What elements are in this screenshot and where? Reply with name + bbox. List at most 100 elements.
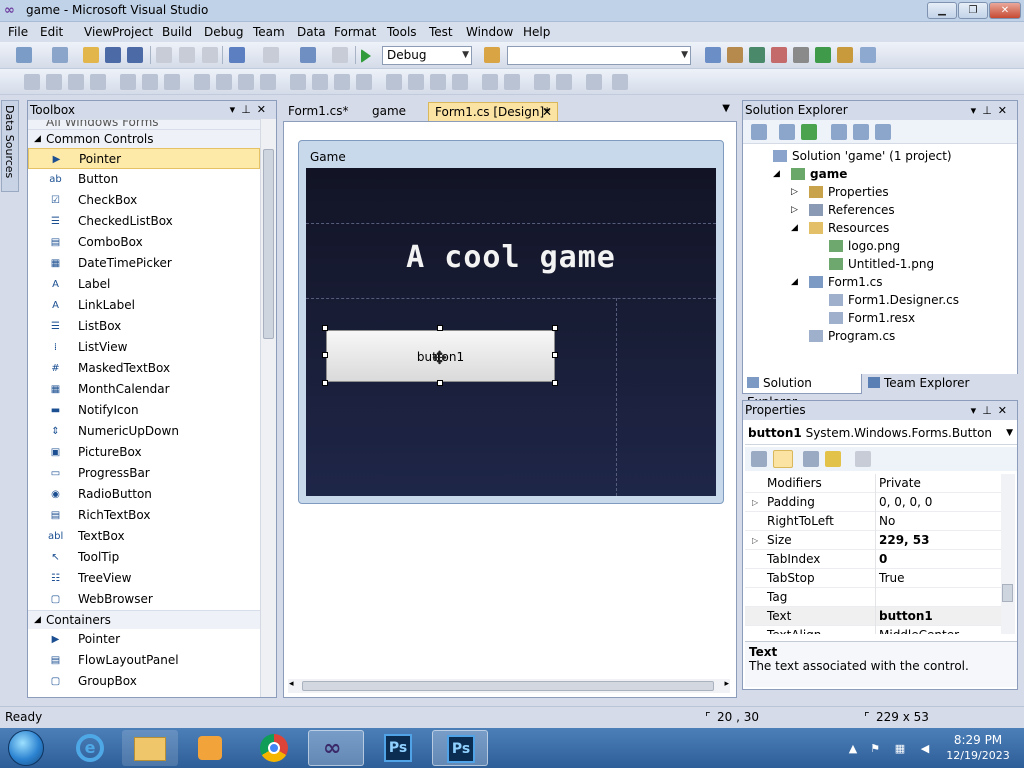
toolbox-item[interactable]: ▶ Pointer: [28, 629, 260, 650]
tab-solution-explorer[interactable]: Solution Explorer: [742, 374, 862, 409]
dropdown-icon[interactable]: ▾: [971, 104, 983, 117]
class-diagram-icon[interactable]: [875, 124, 891, 140]
property-pages-icon[interactable]: [855, 451, 871, 467]
toolbox-item[interactable]: ↖ ToolTip: [28, 547, 260, 568]
menu-help[interactable]: Help: [523, 25, 550, 39]
solution-explorer-icon[interactable]: [705, 47, 721, 63]
designer-horizontal-scrollbar[interactable]: ◂ ▸: [288, 679, 730, 693]
menu-tools[interactable]: Tools: [387, 25, 417, 39]
property-row[interactable]: ▷ Size 229, 53: [745, 531, 1003, 550]
toolbox-item[interactable]: ☑ CheckBox: [28, 190, 260, 211]
bring-to-front-icon[interactable]: [534, 74, 550, 90]
maximize-button[interactable]: ❐: [958, 2, 988, 19]
pin-icon[interactable]: ⊥: [982, 104, 998, 117]
save-all-icon[interactable]: [127, 47, 143, 63]
close-icon[interactable]: ✕: [998, 104, 1013, 117]
taskbar-photoshop-2[interactable]: Ps: [432, 730, 488, 766]
paste-icon[interactable]: [202, 47, 218, 63]
solution-tree-item[interactable]: Form1.resx: [829, 309, 915, 327]
property-row[interactable]: TextAlign MiddleCenter: [745, 626, 1003, 634]
toolbox-item[interactable]: ▦ MonthCalendar: [28, 379, 260, 400]
center-vertically-icon[interactable]: [504, 74, 520, 90]
toolbox-item[interactable]: ▬ NotifyIcon: [28, 400, 260, 421]
center-horizontally-icon[interactable]: [482, 74, 498, 90]
close-button[interactable]: ✕: [989, 2, 1021, 19]
toolbox-group-common-controls[interactable]: ◢ Common Controls: [28, 129, 260, 148]
properties-window-icon[interactable]: [727, 47, 743, 63]
minimize-button[interactable]: ▁: [927, 2, 957, 19]
resize-handle[interactable]: [552, 325, 558, 331]
toolbox-item[interactable]: ◉ RadioButton: [28, 484, 260, 505]
resize-handle[interactable]: [552, 380, 558, 386]
toolbar-options-icon[interactable]: [612, 74, 628, 90]
property-row[interactable]: TabStop True: [745, 569, 1003, 588]
scrollbar-thumb[interactable]: [1002, 584, 1013, 602]
tab-order-icon[interactable]: [586, 74, 602, 90]
pin-icon[interactable]: ⊥: [982, 404, 998, 417]
navigate-forward-icon[interactable]: [332, 47, 348, 63]
toolbox-item[interactable]: ☰ ListBox: [28, 316, 260, 337]
solution-tree-item[interactable]: Solution 'game' (1 project): [773, 147, 952, 165]
solution-tree-item[interactable]: Form1.Designer.cs: [829, 291, 959, 309]
make-same-height-icon[interactable]: [216, 74, 232, 90]
toolbox-item[interactable]: ▢ WebBrowser: [28, 589, 260, 610]
toolbox-item[interactable]: ▢ GroupBox: [28, 671, 260, 692]
toolbox-scrollbar[interactable]: [260, 119, 276, 697]
windows-start-icon[interactable]: [8, 730, 44, 766]
solution-tree-item[interactable]: Program.cs: [809, 327, 895, 345]
toolbox-item[interactable]: ☰ CheckedListBox: [28, 211, 260, 232]
property-row[interactable]: Modifiers Private: [745, 474, 1003, 493]
alphabetical-icon[interactable]: [773, 450, 793, 468]
decrease-vertical-spacing-icon[interactable]: [430, 74, 446, 90]
toolbox-group-all[interactable]: All Windows Forms: [28, 119, 260, 129]
new-project-icon[interactable]: [16, 47, 32, 63]
toolbox-item[interactable]: ⇕ NumericUpDown: [28, 421, 260, 442]
events-icon[interactable]: [825, 451, 841, 467]
expand-arrow-icon[interactable]: ▷: [791, 183, 798, 201]
toolbox-item[interactable]: ▭ ProgressBar: [28, 463, 260, 484]
increase-vertical-spacing-icon[interactable]: [408, 74, 424, 90]
toolbox-item[interactable]: ▤ RichTextBox: [28, 505, 260, 526]
tools-icon[interactable]: [793, 47, 809, 63]
toolbox-item[interactable]: ▦ DateTimePicker: [28, 253, 260, 274]
open-file-icon[interactable]: [83, 47, 99, 63]
property-value[interactable]: True: [879, 569, 905, 588]
toolbox-window-icon[interactable]: [771, 47, 787, 63]
menu-file[interactable]: File: [8, 25, 28, 39]
scroll-left-icon[interactable]: ◂: [289, 679, 294, 689]
properties-view-icon[interactable]: [803, 451, 819, 467]
resize-handle[interactable]: [437, 380, 443, 386]
taskbar-photoshop-1[interactable]: Ps: [370, 730, 426, 766]
tab-team-explorer[interactable]: Team Explorer: [864, 374, 974, 394]
menu-build[interactable]: Build: [162, 25, 192, 39]
menu-data[interactable]: Data: [297, 25, 326, 39]
properties-icon[interactable]: [751, 124, 767, 140]
solution-tree-item[interactable]: ◢ Form1.cs: [791, 273, 883, 291]
menu-window[interactable]: Window: [466, 25, 513, 39]
extension-manager-icon[interactable]: [837, 47, 853, 63]
close-icon[interactable]: ✕: [257, 103, 272, 116]
scrollbar-thumb[interactable]: [302, 681, 714, 691]
data-sources-tab[interactable]: Data Sources: [1, 100, 19, 192]
start-page-icon[interactable]: [815, 47, 831, 63]
navigate-backward-icon[interactable]: [300, 47, 316, 63]
menu-format[interactable]: Format: [334, 25, 376, 39]
resize-handle[interactable]: [322, 352, 328, 358]
property-value[interactable]: 0, 0, 0, 0: [879, 493, 932, 512]
refresh-icon[interactable]: [801, 124, 817, 140]
menu-debug[interactable]: Debug: [204, 25, 243, 39]
toolbox-item[interactable]: ▤ FlowLayoutPanel: [28, 650, 260, 671]
menu-test[interactable]: Test: [429, 25, 453, 39]
align-to-grid-icon[interactable]: [24, 74, 40, 90]
start-debugging-icon[interactable]: [361, 49, 373, 63]
property-row[interactable]: Text button1: [745, 607, 1003, 626]
property-value[interactable]: Private: [879, 474, 921, 493]
taskbar-internet-explorer[interactable]: e: [62, 730, 118, 766]
align-lefts-icon[interactable]: [46, 74, 62, 90]
tab-form1-cs[interactable]: Form1.cs*: [282, 102, 362, 121]
toolbox-item[interactable]: ab Button: [28, 169, 260, 190]
action-center-icon[interactable]: ⚑: [868, 742, 882, 756]
align-middles-icon[interactable]: [142, 74, 158, 90]
pin-icon[interactable]: ⊥: [241, 103, 257, 116]
undo-icon[interactable]: [229, 47, 245, 63]
